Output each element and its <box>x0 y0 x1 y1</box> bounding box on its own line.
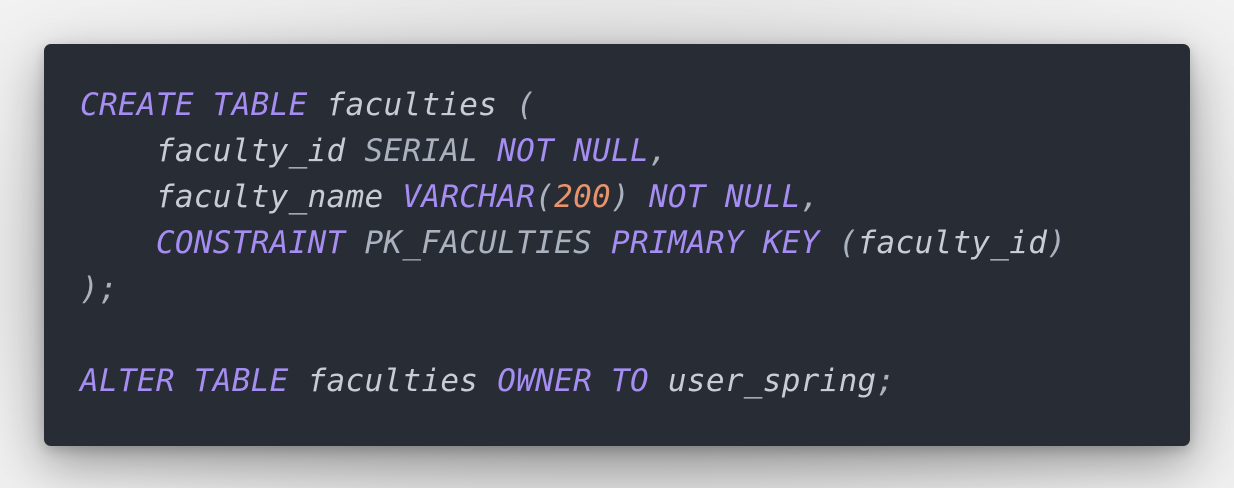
code-token-keyword: OWNER TO <box>497 363 649 399</box>
code-token-punct: , <box>648 133 668 169</box>
code-token-ident: user_spring <box>667 363 877 399</box>
code-line: faculty_name VARCHAR(200) NOT NULL, <box>80 174 1190 220</box>
code-token-punct: ( <box>535 179 555 215</box>
code-token-punct: ( <box>819 225 858 261</box>
code-token-ident: faculty_id <box>857 225 1048 261</box>
code-token-ident: faculty_name <box>155 179 384 215</box>
code-token-keyword: ALTER TABLE <box>80 363 289 399</box>
code-token-plain: PK_FACULTIES <box>345 225 611 261</box>
code-token-punct: , <box>800 179 820 215</box>
code-token-keyword: CONSTRAINT <box>155 225 346 261</box>
code-token-number: 200 <box>554 179 612 215</box>
code-line: CREATE TABLE faculties ( <box>80 82 1190 128</box>
code-token-punct: ) <box>1047 225 1067 261</box>
code-line: ALTER TABLE faculties OWNER TO user_spri… <box>80 358 1190 404</box>
code-line: CONSTRAINT PK_FACULTIES PRIMARY KEY (fac… <box>80 220 1190 266</box>
code-token-punct: ); <box>80 271 118 307</box>
code-token-punct: ) <box>611 179 649 215</box>
code-token-ident: faculties <box>326 87 498 123</box>
code-token-punct: ( <box>497 87 536 123</box>
sql-code-block: CREATE TABLE faculties ( faculty_id SERI… <box>80 82 1190 404</box>
code-token-ident: faculties <box>307 363 479 399</box>
code-line: ); <box>80 266 1190 312</box>
code-token-keyword: NOT NULL <box>648 179 801 215</box>
code-token-punct: ; <box>876 363 896 399</box>
code-token-ident: faculty_id <box>155 133 346 169</box>
code-line: faculty_id SERIAL NOT NULL, <box>80 128 1190 174</box>
code-token-keyword: NOT NULL <box>497 133 649 169</box>
code-snippet-card: CREATE TABLE faculties ( faculty_id SERI… <box>44 44 1190 446</box>
code-token-keyword: VARCHAR <box>402 179 536 215</box>
code-token-keyword: CREATE TABLE <box>80 87 308 123</box>
code-token-keyword: PRIMARY KEY <box>611 225 820 261</box>
code-token-plain: SERIAL <box>345 133 498 169</box>
